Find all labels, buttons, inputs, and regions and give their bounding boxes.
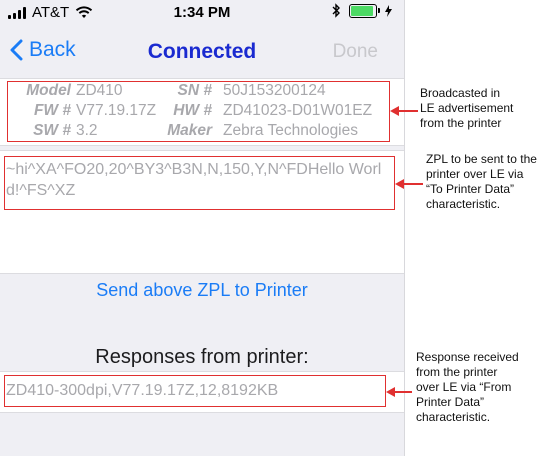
zpl-note: ZPL to be sent to the printer over LE vi…: [426, 152, 537, 211]
arrow-head: [395, 179, 404, 189]
annotation-arrow: [394, 391, 412, 393]
annotation-arrow: [403, 183, 423, 185]
nav-bar: Back Connected Done: [0, 28, 404, 78]
annotation-arrow: [398, 110, 418, 112]
responses-title: Responses from printer:: [95, 346, 309, 368]
arrow-head: [386, 387, 395, 397]
done-button[interactable]: Done: [333, 41, 378, 63]
status-bar: AT&T 1:34 PM: [0, 0, 404, 26]
status-right: [332, 3, 392, 18]
bluetooth-icon: [332, 3, 340, 18]
response-note: Response received from the printer over …: [416, 350, 519, 424]
broadcast-note: Broadcasted in LE advertisement from the…: [420, 86, 514, 130]
highlight-box: [4, 375, 386, 407]
highlight-box: [7, 81, 390, 142]
send-zpl-button[interactable]: Send above ZPL to Printer: [0, 280, 404, 301]
highlight-box: [4, 156, 395, 210]
battery-icon: [349, 3, 380, 18]
charging-icon: [385, 4, 392, 17]
arrow-head: [390, 106, 399, 116]
